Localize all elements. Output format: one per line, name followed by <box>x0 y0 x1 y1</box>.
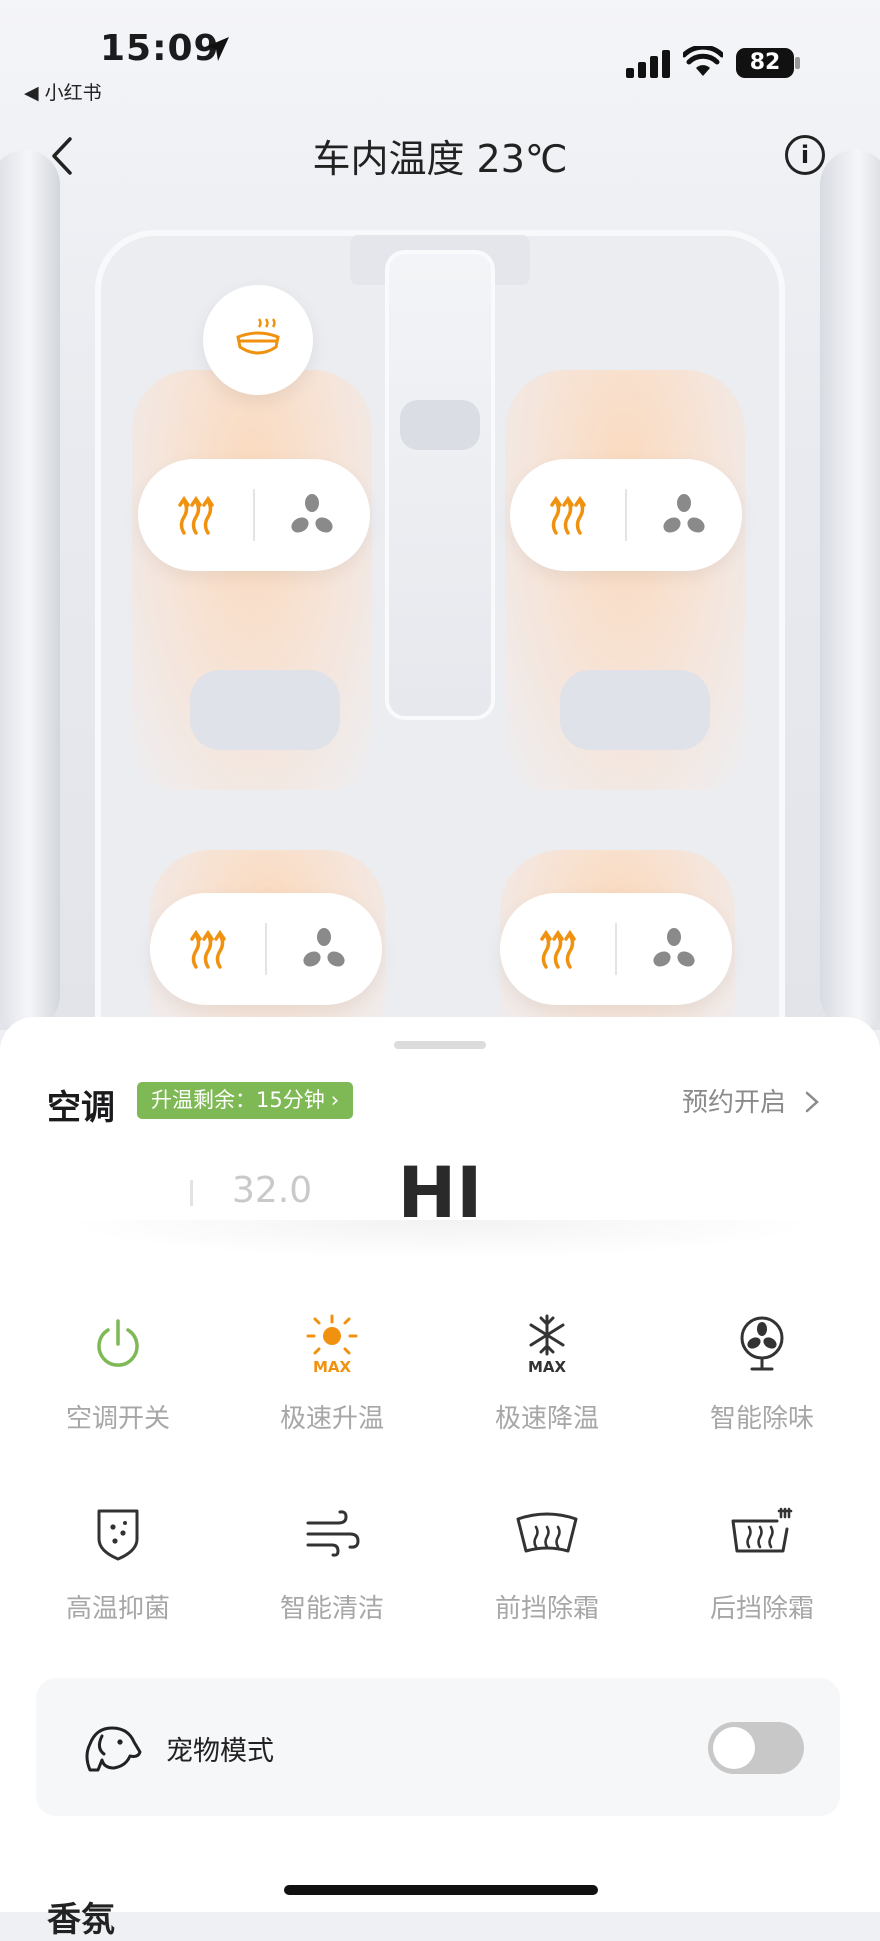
steering-wheel-heat-icon <box>236 318 280 355</box>
location-arrow-icon <box>205 37 229 61</box>
snowflake-max-icon: MAX <box>528 1314 567 1374</box>
high-temp-sterilize-button[interactable]: 高温抑菌 <box>38 1504 198 1625</box>
seat-vent-button-rear-right[interactable] <box>616 893 732 1005</box>
seat-heat-button-front-left[interactable] <box>138 459 254 571</box>
sheet-drag-handle[interactable] <box>394 1041 486 1049</box>
pet-mode-toggle[interactable] <box>708 1722 804 1774</box>
battery-cap <box>795 57 800 69</box>
seat-control-front-left <box>138 459 370 571</box>
seat-control-rear-right <box>500 893 732 1005</box>
seat-vent-button-rear-left[interactable] <box>266 893 382 1005</box>
front-defrost-button[interactable]: 前挡除霜 <box>467 1504 627 1625</box>
shield-sterilize-icon <box>97 1509 139 1561</box>
seat-control-front-right <box>510 459 742 571</box>
schedule-start-label: 预约开启 <box>682 1088 787 1118</box>
seat-heat-button-rear-right[interactable] <box>500 893 616 1005</box>
rear-defrost-button[interactable]: 后挡除霜 <box>682 1504 842 1625</box>
battery-level: 82 <box>736 48 794 78</box>
front-defrost-icon <box>516 1512 578 1553</box>
rear-defrost-icon <box>731 1507 793 1553</box>
heat-waves-icon <box>190 929 226 969</box>
ac-power-button[interactable]: 空调开关 <box>38 1314 198 1435</box>
ac-power-label: 空调开关 <box>65 1404 170 1434</box>
seat-vent-button-front-left[interactable] <box>254 459 370 571</box>
fan-icon <box>653 928 695 967</box>
sun-max-icon: MAX <box>306 1314 358 1374</box>
seat-vent-button-front-right[interactable] <box>626 459 742 571</box>
smart-deodorize-button[interactable]: 智能除味 <box>682 1314 842 1435</box>
smart-clean-label: 智能清洁 <box>279 1594 384 1624</box>
info-icon[interactable]: i <box>785 135 825 175</box>
high-temp-sterilize-label: 高温抑菌 <box>65 1594 170 1624</box>
front-defrost-label: 前挡除霜 <box>494 1594 599 1624</box>
rapid-cool-label: 极速降温 <box>494 1404 599 1434</box>
schedule-start-link[interactable]: 预约开启 <box>682 1082 820 1119</box>
rapid-cool-button[interactable]: MAX 极速降温 <box>467 1314 627 1435</box>
home-indicator[interactable] <box>284 1885 598 1895</box>
smart-clean-button[interactable]: 智能清洁 <box>252 1504 412 1625</box>
seat-heat-button-front-right[interactable] <box>510 459 626 571</box>
power-icon <box>97 1319 139 1367</box>
cellular-signal-icon <box>626 50 670 78</box>
fan-deodorize-icon <box>740 1316 784 1371</box>
smart-deodorize-label: 智能除味 <box>709 1404 814 1434</box>
heating-timer-badge[interactable]: 升温剩余：15分钟 › <box>137 1082 354 1119</box>
back-to-app-link[interactable]: ◀ 小红书 <box>24 78 102 105</box>
heat-waves-icon <box>540 929 576 969</box>
temp-picker-shadow <box>60 1220 820 1260</box>
steering-wheel-heat-button[interactable] <box>203 285 313 395</box>
dog-icon <box>85 1726 142 1772</box>
wifi-icon <box>683 46 723 76</box>
seat-control-rear-left <box>150 893 382 1005</box>
fragrance-section-title: 香氛 <box>47 1900 115 1940</box>
svg-text:MAX: MAX <box>528 1358 567 1374</box>
toggle-knob <box>713 1727 755 1769</box>
heating-timer-label: 升温剩余：15分钟 <box>151 1088 325 1112</box>
rapid-heat-button[interactable]: MAX 极速升温 <box>252 1314 412 1435</box>
wind-clean-icon <box>306 1510 360 1557</box>
heat-waves-icon <box>550 495 586 535</box>
seat-heat-button-rear-left[interactable] <box>150 893 266 1005</box>
rapid-heat-label: 极速升温 <box>279 1404 384 1434</box>
ac-section-title: 空调 <box>47 1088 115 1128</box>
pet-mode-label: 宠物模式 <box>166 1736 274 1767</box>
chevron-right-icon: › <box>330 1088 340 1112</box>
heat-waves-icon <box>178 495 214 535</box>
fan-icon <box>663 494 705 533</box>
rear-defrost-label: 后挡除霜 <box>709 1594 814 1624</box>
chevron-right-icon <box>806 1091 820 1113</box>
svg-text:MAX: MAX <box>313 1358 352 1374</box>
fan-icon <box>303 928 345 967</box>
fan-icon <box>291 494 333 533</box>
page-title: 车内温度 23℃ <box>312 137 568 181</box>
